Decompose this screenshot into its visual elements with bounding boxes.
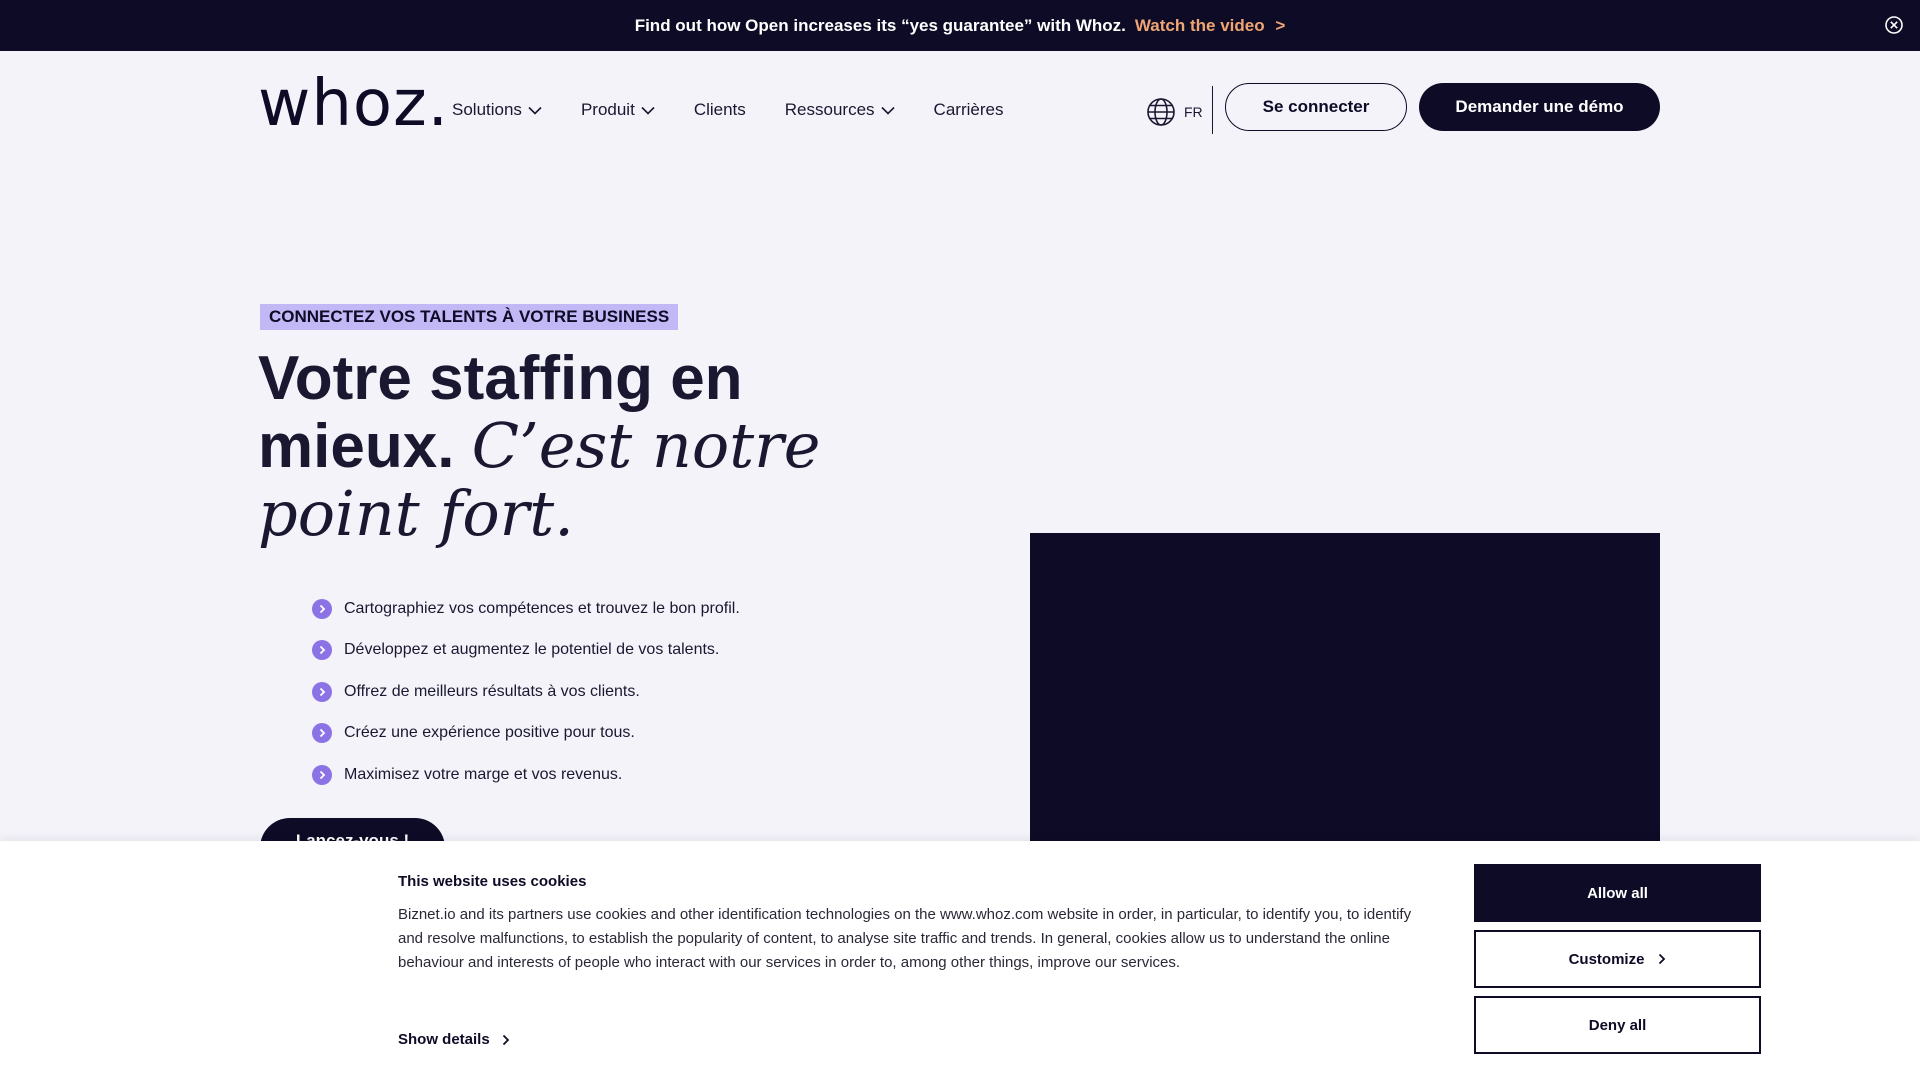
request-demo-button[interactable]: Demander une démo — [1419, 83, 1660, 131]
chevron-right-icon — [312, 640, 332, 661]
close-icon[interactable] — [1884, 15, 1904, 35]
header-divider — [1212, 86, 1213, 134]
hero-video[interactable] — [1030, 533, 1660, 843]
chevron-right-icon — [312, 723, 332, 744]
chevron-down-icon — [880, 106, 895, 115]
customize-button[interactable]: Customize — [1474, 930, 1761, 988]
globe-icon — [1147, 98, 1175, 126]
nav-label: Solutions — [452, 100, 522, 119]
headline-serif-2: point fort. — [258, 477, 574, 550]
chevron-right-icon — [312, 598, 332, 619]
hero-eyebrow: CONNECTEZ VOS TALENTS À VOTRE BUSINESS — [260, 304, 679, 330]
watch-video-label: Watch the video — [1134, 15, 1265, 35]
headline-line-1: Votre staffing en — [258, 344, 743, 413]
benefit-text: Développez et augmentez le potentiel de … — [344, 641, 720, 659]
watch-video-arrow: > — [1275, 15, 1286, 35]
announcement-text: Find out how Open increases its “yes gua… — [634, 15, 1126, 35]
watch-video-link[interactable]: Watch the video > — [1135, 16, 1285, 36]
customize-label: Customize — [1568, 950, 1645, 968]
chevron-right-icon — [312, 764, 332, 785]
nav-label: Clients — [693, 100, 746, 119]
list-item: Cartographiez vos compétences et trouvez… — [312, 588, 740, 630]
list-item: Maximisez votre marge et vos revenus. — [312, 754, 740, 796]
chevron-right-icon — [312, 681, 332, 702]
benefit-text: Cartographiez vos compétences et trouvez… — [344, 599, 740, 617]
benefit-text: Offrez de meilleurs résultats à vos clie… — [344, 682, 640, 700]
language-selector[interactable]: FR — [1146, 97, 1203, 127]
hero-benefits-list: Cartographiez vos compétences et trouvez… — [312, 588, 740, 796]
login-button[interactable]: Se connecter — [1225, 83, 1407, 131]
nav-item-produit[interactable]: Produit — [581, 100, 655, 120]
show-details-link[interactable]: Show details — [398, 1031, 510, 1048]
nav-item-solutions[interactable]: Solutions — [452, 100, 542, 120]
nav-label: Ressources — [784, 100, 875, 119]
nav-item-ressources[interactable]: Ressources — [785, 100, 895, 120]
hero-headline: Votre staffing en mieux. C’est notre poi… — [258, 345, 858, 548]
list-item: Offrez de meilleurs résultats à vos clie… — [312, 671, 740, 713]
chevron-right-icon — [1659, 953, 1666, 965]
list-item: Développez et augmentez le potentiel de … — [312, 630, 740, 672]
whoz-logo[interactable]: whoz. — [258, 72, 449, 136]
announcement-bar: Find out how Open increases its “yes gua… — [0, 0, 1920, 51]
chevron-down-icon — [528, 106, 542, 115]
allow-all-button[interactable]: Allow all — [1474, 864, 1761, 922]
nav-label: Carrières — [933, 100, 1004, 119]
headline-serif-1: C’est notre — [471, 409, 821, 482]
deny-all-button[interactable]: Deny all — [1474, 996, 1761, 1054]
list-item: Créez une expérience positive pour tous. — [312, 713, 740, 755]
cookie-description: Biznet.io and its partners use cookies a… — [398, 906, 1412, 971]
benefit-text: Maximisez votre marge et vos revenus. — [344, 765, 623, 783]
nav-item-clients[interactable]: Clients — [694, 100, 746, 120]
chevron-right-icon — [502, 1034, 509, 1045]
nav-item-carrieres[interactable]: Carrières — [934, 100, 1004, 120]
cookie-title: This website uses cookies — [398, 873, 587, 890]
cookie-banner: This website uses cookies Biznet.io and … — [0, 841, 1920, 1080]
show-details-label: Show details — [398, 1031, 490, 1048]
main-nav: Solutions Produit Clients Ressources Car… — [452, 100, 1042, 120]
chevron-down-icon — [641, 106, 655, 115]
benefit-text: Créez une expérience positive pour tous. — [344, 724, 635, 742]
headline-line-2: mieux. — [258, 412, 455, 481]
language-code: FR — [1184, 104, 1203, 120]
nav-label: Produit — [580, 100, 635, 119]
